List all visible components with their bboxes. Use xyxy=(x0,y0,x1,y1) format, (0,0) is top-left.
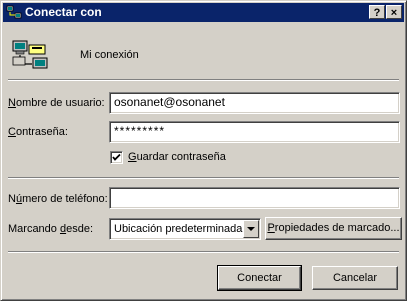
chevron-down-icon xyxy=(247,227,255,231)
dialing-from-dropdown-button[interactable] xyxy=(243,220,259,238)
dialing-properties-button[interactable]: Propiedades de marcado... xyxy=(265,217,402,240)
dialing-properties-text-after: ropiedades de marcado... xyxy=(274,222,400,234)
close-button[interactable]: × xyxy=(386,5,402,19)
divider xyxy=(8,251,399,253)
cancel-button[interactable]: Cancelar xyxy=(312,266,398,290)
phone-label-text-after: mero de teléfono: xyxy=(22,193,108,205)
username-input[interactable]: osonanet@osonanet xyxy=(109,92,400,114)
dialing-properties-accesskey: P xyxy=(267,222,275,234)
dialing-from-label: Marcando desde: xyxy=(8,223,93,235)
save-password-label-text-after: uardar contraseña xyxy=(136,151,226,163)
phone-label-text-before: N xyxy=(8,193,16,205)
dialing-from-label-text-after: esde: xyxy=(66,223,94,235)
dialog-window: Conectar con ? × Mi conexión Nombre de u… xyxy=(0,0,407,301)
connect-button[interactable]: Conectar xyxy=(217,265,302,291)
divider xyxy=(8,177,399,179)
title-bar[interactable]: Conectar con ? × xyxy=(3,3,404,22)
checkmark-icon xyxy=(112,153,121,161)
phone-label: Número de teléfono: xyxy=(8,193,108,205)
password-input[interactable]: ********* xyxy=(109,121,400,143)
save-password-checkbox[interactable] xyxy=(110,151,123,164)
save-password-label-accesskey: G xyxy=(128,151,137,163)
window-title: Conectar con xyxy=(25,5,102,19)
connection-name: Mi conexión xyxy=(80,49,139,61)
phone-input[interactable] xyxy=(109,187,400,209)
password-label-text-after: ontraseña: xyxy=(15,126,68,138)
save-password-label[interactable]: Guardar contraseña xyxy=(128,151,226,163)
password-label-accesskey: C xyxy=(8,126,16,138)
dialing-from-select[interactable]: Ubicación predeterminada xyxy=(109,218,261,240)
help-button[interactable]: ? xyxy=(369,5,385,19)
dialing-from-label-text-before: Marcando xyxy=(8,223,60,235)
password-label: Contraseña: xyxy=(8,126,68,138)
username-label-text-after: ombre de usuario: xyxy=(15,97,105,109)
dialup-connection-icon xyxy=(6,5,22,19)
divider xyxy=(8,79,399,81)
connection-icon xyxy=(12,40,48,69)
username-label: Nombre de usuario: xyxy=(8,97,105,109)
username-label-accesskey: N xyxy=(8,97,16,109)
